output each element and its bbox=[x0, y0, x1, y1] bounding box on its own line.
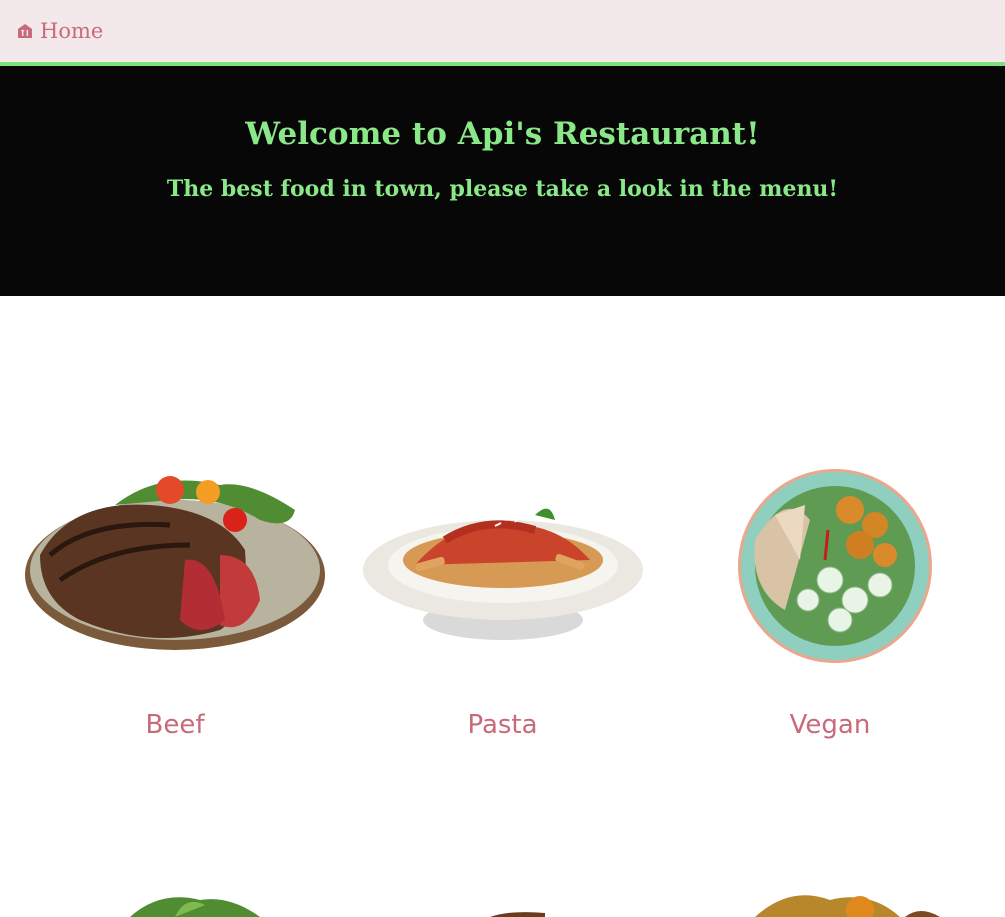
hero-banner: Welcome to Api's Restaurant! The best fo… bbox=[0, 66, 1005, 296]
hero-subtitle: The best food in town, please take a loo… bbox=[166, 176, 839, 202]
home-link[interactable]: Home bbox=[16, 19, 103, 43]
hero-title: Welcome to Api's Restaurant! bbox=[245, 116, 760, 152]
menu-item-beef-label: Beef bbox=[145, 710, 205, 740]
menu-row-2 bbox=[0, 880, 1005, 917]
vegan-bowl-image bbox=[738, 469, 932, 663]
menu-card-vegan[interactable]: Vegan bbox=[690, 460, 970, 760]
steak-plate-image bbox=[25, 476, 325, 650]
top-navbar: Home bbox=[0, 0, 1005, 62]
menu-item-vegan-label: Vegan bbox=[789, 710, 871, 740]
menu-card-pasta[interactable]: Pasta bbox=[355, 460, 650, 760]
menu-card-beef[interactable]: Beef bbox=[20, 460, 330, 760]
penne-pasta-image bbox=[363, 508, 643, 640]
restaurant-icon bbox=[16, 22, 34, 40]
menu-item-pasta-label: Pasta bbox=[467, 710, 538, 740]
salad-image-partial bbox=[130, 895, 940, 917]
home-label: Home bbox=[40, 19, 104, 43]
